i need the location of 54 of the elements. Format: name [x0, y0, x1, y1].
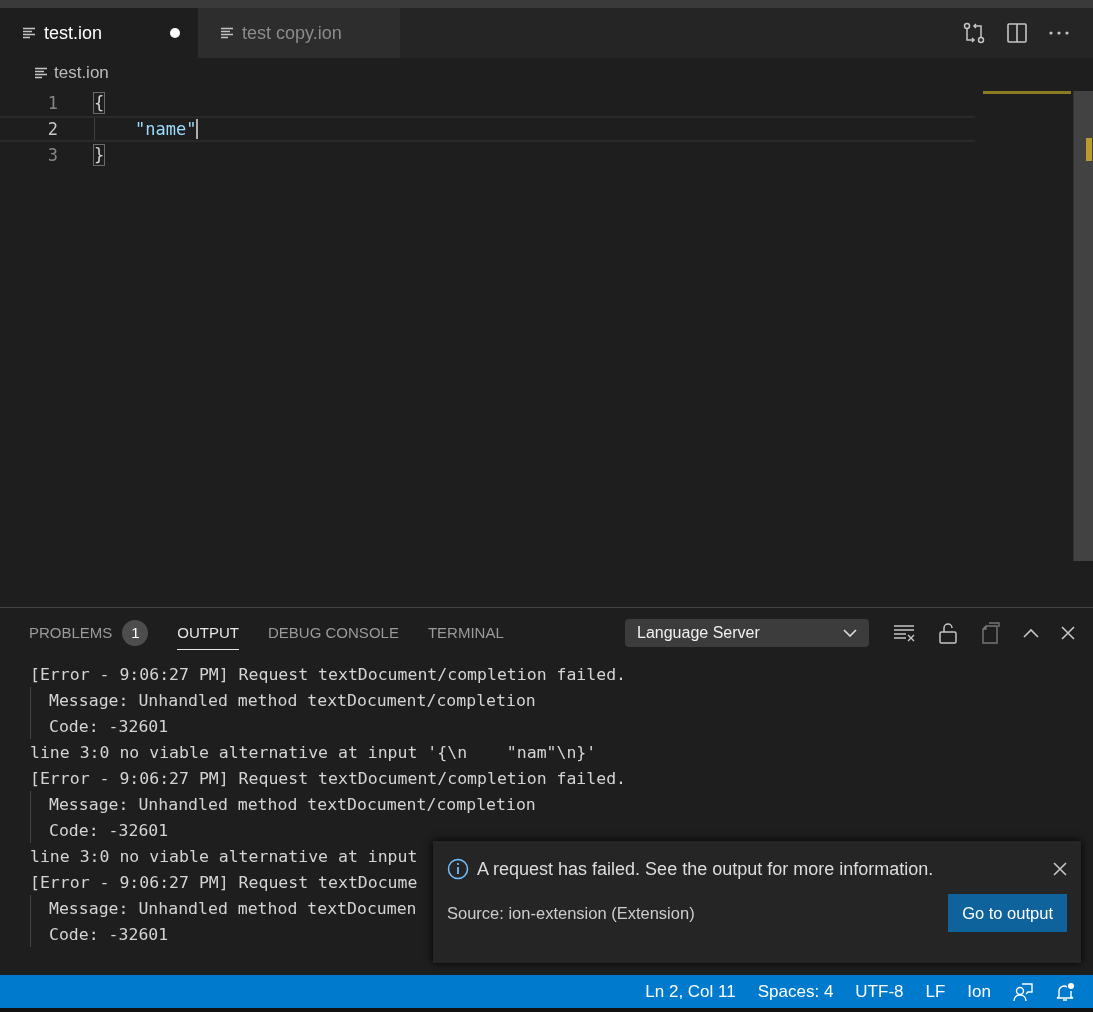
unsaved-dot-icon — [170, 28, 180, 38]
log-line: Message: Unhandled method textDocument/completion — [49, 690, 536, 710]
line-number: 2 — [46, 119, 59, 139]
code-text: "name" — [135, 119, 197, 139]
bell-icon[interactable] — [1055, 981, 1075, 1002]
log-line: [Error - 9:06:27 PM] Request textDocument/completion failed. — [30, 664, 627, 684]
status-item[interactable]: Spaces: 4 — [757, 981, 834, 1002]
status-item[interactable]: LF — [925, 981, 946, 1002]
file-lines-icon — [34, 67, 48, 79]
line-number: 3 — [46, 145, 59, 165]
log-line: line 3:0 no viable alternative at input — [30, 846, 418, 866]
unlock-icon[interactable] — [939, 622, 957, 644]
notification-source: Source: ion-extension (Extension) — [447, 903, 695, 923]
status-item[interactable]: UTF-8 — [855, 981, 904, 1002]
file-lines-icon — [220, 27, 234, 39]
line-number: 1 — [46, 93, 59, 113]
document-icon[interactable] — [979, 622, 1001, 644]
output-channel-dropdown[interactable]: Language Server — [625, 619, 869, 647]
compare-changes-icon[interactable] — [963, 21, 985, 45]
status-item[interactable]: Ln 2, Col 11 — [645, 981, 736, 1002]
editor-tab[interactable]: test.ion — [0, 8, 198, 58]
breadcrumb[interactable]: test.ion — [54, 63, 109, 83]
panel-tab[interactable]: OUTPUT — [177, 616, 240, 650]
panel-tab[interactable]: PROBLEMS 1 — [29, 611, 149, 655]
text-cursor — [196, 119, 199, 139]
editor-tab[interactable]: test copy.ion — [198, 8, 400, 58]
code-text: { — [94, 93, 105, 113]
scrollbar[interactable] — [1073, 91, 1093, 561]
go-to-output-button[interactable]: Go to output — [948, 894, 1067, 932]
log-line: Code: -32601 — [49, 924, 169, 944]
file-lines-icon — [22, 27, 36, 39]
clear-output-icon[interactable] — [893, 624, 917, 642]
log-line: Code: -32601 — [49, 820, 169, 840]
more-icon[interactable] — [1049, 31, 1069, 35]
feedback-icon[interactable] — [1013, 981, 1033, 1002]
notification-message: A request has failed. See the output for more information. — [477, 858, 935, 880]
warning-marker — [1086, 138, 1092, 161]
info-icon — [447, 858, 469, 880]
close-icon[interactable] — [1061, 626, 1075, 640]
count-badge: 1 — [122, 619, 149, 646]
log-line: Message: Unhandled method textDocumen — [49, 898, 417, 918]
chevron-up-icon[interactable] — [1023, 628, 1039, 638]
panel-tab[interactable]: TERMINAL — [427, 616, 504, 650]
status-item[interactable]: Ion — [967, 981, 991, 1002]
log-line: Message: Unhandled method textDocument/completion — [49, 794, 536, 814]
log-line: Code: -32601 — [49, 716, 169, 736]
close-icon[interactable] — [1053, 862, 1067, 876]
chevron-down-icon — [843, 629, 857, 637]
log-line: [Error - 9:06:27 PM] Request textDocume — [30, 872, 418, 892]
split-editor-icon[interactable] — [1007, 23, 1027, 43]
panel-tab[interactable]: DEBUG CONSOLE — [268, 616, 399, 650]
log-line: line 3:0 no viable alternative at input '{\n "nam"\n}' — [30, 742, 597, 762]
log-line: [Error - 9:06:27 PM] Request textDocument/completion failed. — [30, 768, 627, 788]
code-text: } — [94, 145, 105, 165]
